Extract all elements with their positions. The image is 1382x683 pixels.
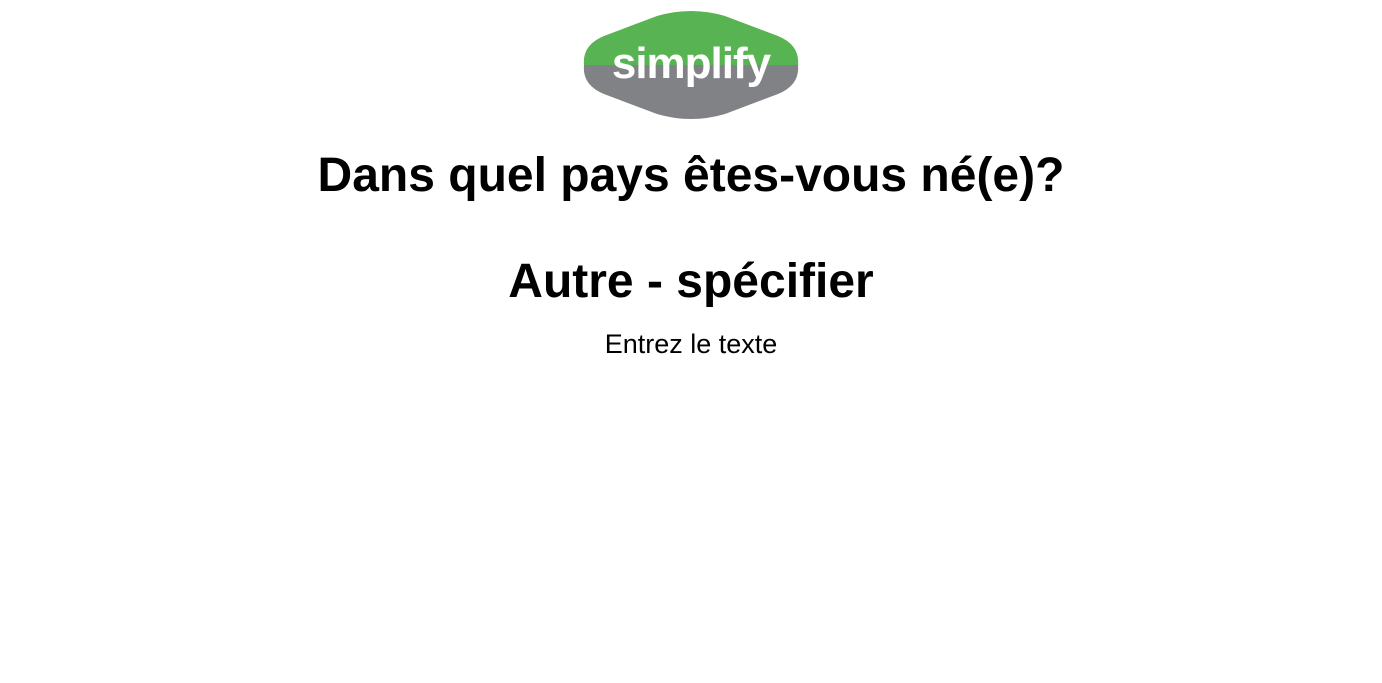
answer-option-label: Autre - spécifier [508, 255, 874, 308]
logo-wordmark: simplify [612, 39, 772, 88]
specify-text-input[interactable] [491, 323, 891, 365]
simplify-logo: simplify [582, 10, 800, 120]
survey-page: simplify Dans quel pays êtes-vous né(e)?… [0, 0, 1382, 683]
question-title: Dans quel pays êtes-vous né(e)? [317, 149, 1065, 202]
